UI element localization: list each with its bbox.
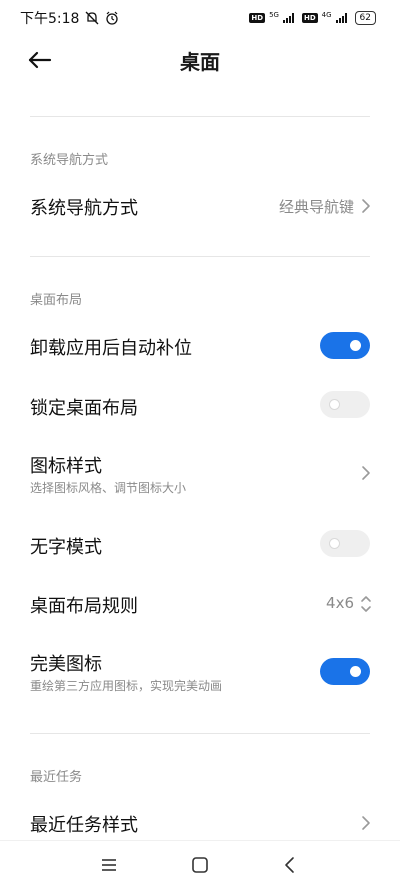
chevron-right-icon xyxy=(362,466,370,480)
status-left: 下午5:18 xyxy=(20,8,119,28)
auto-fill-title: 卸载应用后自动补位 xyxy=(30,338,192,359)
network-type-1: 5G xyxy=(269,11,279,19)
grid-title: 桌面布局规则 xyxy=(30,596,138,617)
icon-style-subtitle: 选择图标风格、调节图标大小 xyxy=(30,481,187,495)
network-type-2: 4G xyxy=(321,11,332,19)
recents-style-title: 最近任务样式 xyxy=(30,815,138,836)
mute-notification-icon xyxy=(85,11,99,25)
auto-fill-toggle[interactable] xyxy=(320,332,370,359)
signal-bars-icon-2 xyxy=(335,13,347,23)
alarm-clock-icon xyxy=(106,11,119,25)
no-text-toggle[interactable] xyxy=(320,530,370,557)
divider xyxy=(30,733,370,734)
system-nav-bar xyxy=(0,840,400,889)
divider xyxy=(30,116,370,117)
page-title: 桌面 xyxy=(180,50,220,74)
hd-badge: HD xyxy=(249,13,266,23)
no-text-title: 无字模式 xyxy=(30,537,102,558)
section-header-nav: 系统导航方式 xyxy=(30,153,109,168)
toggle-knob xyxy=(329,538,340,549)
toggle-knob xyxy=(350,340,361,351)
nav-mode-title: 系统导航方式 xyxy=(30,198,138,219)
grid-row[interactable]: 桌面布局规则 4x6 xyxy=(0,578,400,630)
home-square-icon[interactable] xyxy=(188,853,212,877)
toggle-knob xyxy=(350,666,361,677)
perfect-icons-row[interactable]: 完美图标 重绘第三方应用图标，实现完美动画 xyxy=(0,638,400,702)
status-bar: 下午5:18 HD 5G HD 4G 62 xyxy=(0,0,400,36)
nav-mode-row[interactable]: 系统导航方式 经典导航键 xyxy=(0,180,400,232)
top-app-bar: 桌面 xyxy=(0,36,400,84)
perfect-icons-title: 完美图标 xyxy=(30,654,102,675)
toggle-knob xyxy=(329,399,340,410)
lock-layout-title: 锁定桌面布局 xyxy=(30,398,138,419)
no-text-row[interactable]: 无字模式 xyxy=(0,519,400,571)
hd-badge-2: HD xyxy=(301,13,318,23)
icon-style-title: 图标样式 xyxy=(30,456,102,477)
lock-layout-toggle[interactable] xyxy=(320,391,370,418)
chevron-right-icon xyxy=(362,199,370,213)
perfect-icons-toggle[interactable] xyxy=(320,658,370,685)
grid-value: 4x6 xyxy=(326,594,354,612)
status-time: 下午5:18 xyxy=(20,11,80,27)
section-header-layout: 桌面布局 xyxy=(30,293,83,308)
divider xyxy=(30,256,370,257)
icon-style-row[interactable]: 图标样式 选择图标风格、调节图标大小 xyxy=(0,440,400,504)
lock-layout-row[interactable]: 锁定桌面布局 xyxy=(0,380,400,432)
nav-mode-value: 经典导航键 xyxy=(278,198,354,216)
battery-icon: 62 xyxy=(354,11,376,25)
status-right: HD 5G HD 4G 62 xyxy=(249,11,376,25)
section-header-recents: 最近任务 xyxy=(30,770,83,785)
auto-fill-row[interactable]: 卸载应用后自动补位 xyxy=(0,320,400,372)
up-down-chevron-icon xyxy=(361,596,371,612)
chevron-right-icon xyxy=(362,816,370,830)
menu-icon[interactable] xyxy=(97,853,121,877)
perfect-icons-subtitle: 重绘第三方应用图标，实现完美动画 xyxy=(30,679,223,693)
signal-bars-icon xyxy=(282,13,294,23)
back-chevron-icon[interactable] xyxy=(278,853,302,877)
